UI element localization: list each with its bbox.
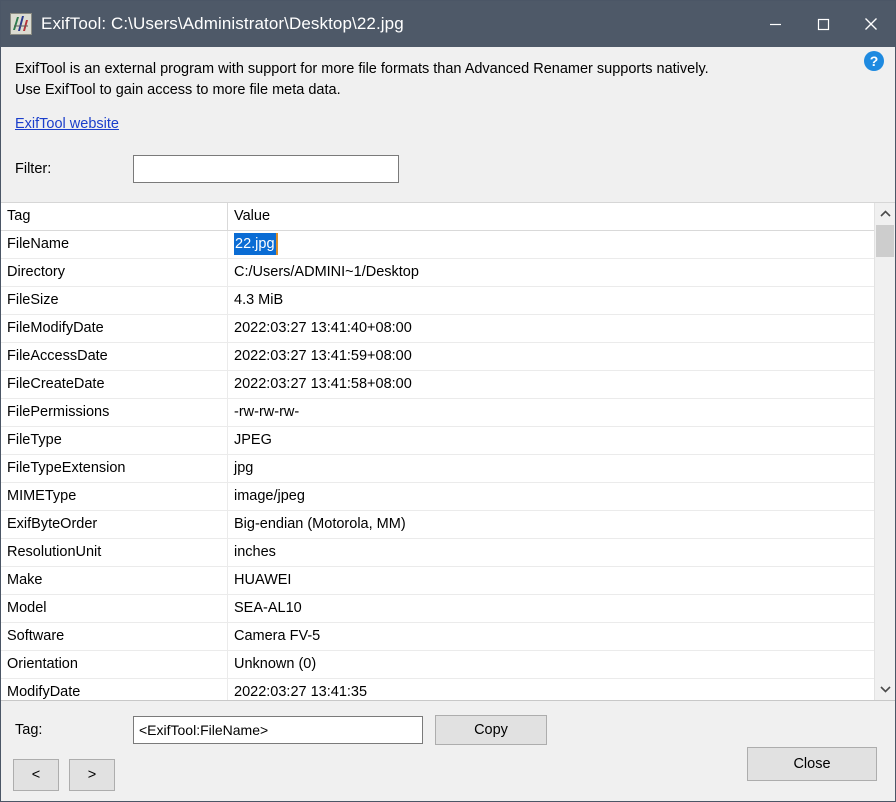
table-row[interactable]: FileAccessDate 2022:03:27 13:41:59+08:00: [1, 342, 874, 371]
table-row[interactable]: FilePermissions -rw-rw-rw-: [1, 398, 874, 427]
intro-line-2: Use ExifTool to gain access to more file…: [15, 82, 341, 98]
table-header-row: Tag Value: [1, 203, 874, 231]
scrollbar-thumb[interactable]: [876, 225, 894, 257]
scroll-up-button[interactable]: [875, 203, 895, 225]
table-row[interactable]: Model SEA-AL10: [1, 594, 874, 623]
cell-tag: FilePermissions: [1, 398, 228, 427]
scrollbar-track[interactable]: [875, 225, 895, 678]
table-row[interactable]: Make HUAWEI: [1, 566, 874, 595]
cell-value: C:/Users/ADMINI~1/Desktop: [234, 263, 419, 280]
cell-tag: Software: [1, 622, 228, 651]
cell-tag: FileAccessDate: [1, 342, 228, 371]
intro-section: ExifTool is an external program with sup…: [1, 47, 895, 101]
cell-tag: Make: [1, 566, 228, 595]
cell-tag: ExifByteOrder: [1, 510, 228, 539]
window-title: ExifTool: C:\Users\Administrator\Desktop…: [41, 14, 404, 33]
cell-value: 2022:03:27 13:41:35: [234, 683, 368, 700]
scroll-down-button[interactable]: [875, 678, 895, 700]
tag-label: Tag:: [15, 722, 43, 738]
close-dialog-button[interactable]: Close: [747, 747, 877, 781]
cell-tag: FileName: [1, 230, 228, 259]
table-row[interactable]: Software Camera FV-5: [1, 622, 874, 651]
table-row[interactable]: FileCreateDate 2022:03:27 13:41:58+08:00: [1, 370, 874, 399]
minimize-button[interactable]: [751, 1, 799, 47]
cell-value: Unknown (0): [234, 655, 317, 672]
cell-value: JPEG: [234, 431, 272, 448]
cell-tag: FileModifyDate: [1, 314, 228, 343]
previous-tag-button[interactable]: <: [13, 759, 59, 791]
cell-tag: Directory: [1, 258, 228, 287]
title-bar[interactable]: ExifTool: C:\Users\Administrator\Desktop…: [1, 1, 895, 47]
cell-tag: ModifyDate: [1, 678, 228, 700]
dialog-client-area: ExifTool is an external program with sup…: [1, 47, 895, 801]
table-vertical-scrollbar[interactable]: [874, 203, 895, 700]
cell-value: 22.jpg: [228, 231, 874, 259]
next-tag-button[interactable]: >: [69, 759, 115, 791]
close-window-button[interactable]: [847, 1, 895, 47]
bottom-panel: Tag: Copy < > Close: [1, 701, 895, 801]
cell-tag: MIMEType: [1, 482, 228, 511]
column-header-tag[interactable]: Tag: [1, 203, 228, 231]
cell-tag: FileCreateDate: [1, 370, 228, 399]
table-row[interactable]: FileTypeExtension jpg: [1, 454, 874, 483]
cell-value: 2022:03:27 13:41:58+08:00: [234, 375, 412, 392]
filter-label: Filter:: [15, 161, 52, 177]
metadata-table-body: Tag Value FileName 22.jpg Directory C:/User…: [1, 203, 874, 700]
cell-value: SEA-AL10: [234, 599, 302, 616]
cell-value: Camera FV-5: [234, 627, 321, 644]
filter-input[interactable]: [133, 155, 399, 183]
cell-value: 4.3 MiB: [234, 291, 284, 308]
cell-tag: Model: [1, 594, 228, 623]
column-header-value[interactable]: Value: [228, 203, 874, 231]
cell-value: Big-endian (Motorola, MM): [234, 515, 406, 532]
cell-tag: FileTypeExtension: [1, 454, 228, 483]
selected-value-text[interactable]: 22.jpg: [234, 232, 278, 255]
table-row[interactable]: FileName 22.jpg: [1, 230, 874, 259]
exiftool-dialog-window: ExifTool: C:\Users\Administrator\Desktop…: [0, 0, 896, 802]
cell-value: inches: [234, 543, 276, 560]
table-row[interactable]: ExifByteOrder Big-endian (Motorola, MM): [1, 510, 874, 539]
cell-value: 2022:03:27 13:41:40+08:00: [234, 319, 412, 336]
filter-row: Filter:: [1, 132, 895, 184]
cell-tag: FileType: [1, 426, 228, 455]
table-row[interactable]: FileType JPEG: [1, 426, 874, 455]
exiftool-app-icon: [10, 13, 32, 35]
help-question-icon[interactable]: ?: [863, 50, 885, 72]
table-row[interactable]: MIMEType image/jpeg: [1, 482, 874, 511]
table-row[interactable]: ModifyDate 2022:03:27 13:41:35: [1, 678, 874, 700]
cell-tag: Orientation: [1, 650, 228, 679]
cell-value: -rw-rw-rw-: [234, 403, 300, 420]
metadata-table: Tag Value FileName 22.jpg Directory C:/User…: [1, 202, 895, 701]
window-controls: [751, 1, 895, 47]
table-row[interactable]: ResolutionUnit inches: [1, 538, 874, 567]
intro-line-1: ExifTool is an external program with sup…: [15, 61, 709, 77]
cell-value: jpg: [234, 459, 254, 476]
table-row[interactable]: Orientation Unknown (0): [1, 650, 874, 679]
cell-tag: ResolutionUnit: [1, 538, 228, 567]
link-row: ExifTool website: [1, 101, 895, 132]
tag-value-input[interactable]: [133, 716, 423, 744]
table-row[interactable]: Directory C:/Users/ADMINI~1/Desktop: [1, 258, 874, 287]
copy-button[interactable]: Copy: [435, 715, 547, 745]
table-row[interactable]: FileModifyDate 2022:03:27 13:41:40+08:00: [1, 314, 874, 343]
tag-row: Tag: Copy: [1, 701, 895, 745]
maximize-button[interactable]: [799, 1, 847, 47]
cell-value: 2022:03:27 13:41:59+08:00: [234, 347, 412, 364]
cell-value: HUAWEI: [234, 571, 292, 588]
cell-tag: FileSize: [1, 286, 228, 315]
cell-value: image/jpeg: [234, 487, 305, 504]
svg-text:?: ?: [870, 53, 879, 69]
table-row[interactable]: FileSize 4.3 MiB: [1, 286, 874, 315]
exiftool-website-link[interactable]: ExifTool website: [15, 116, 119, 132]
